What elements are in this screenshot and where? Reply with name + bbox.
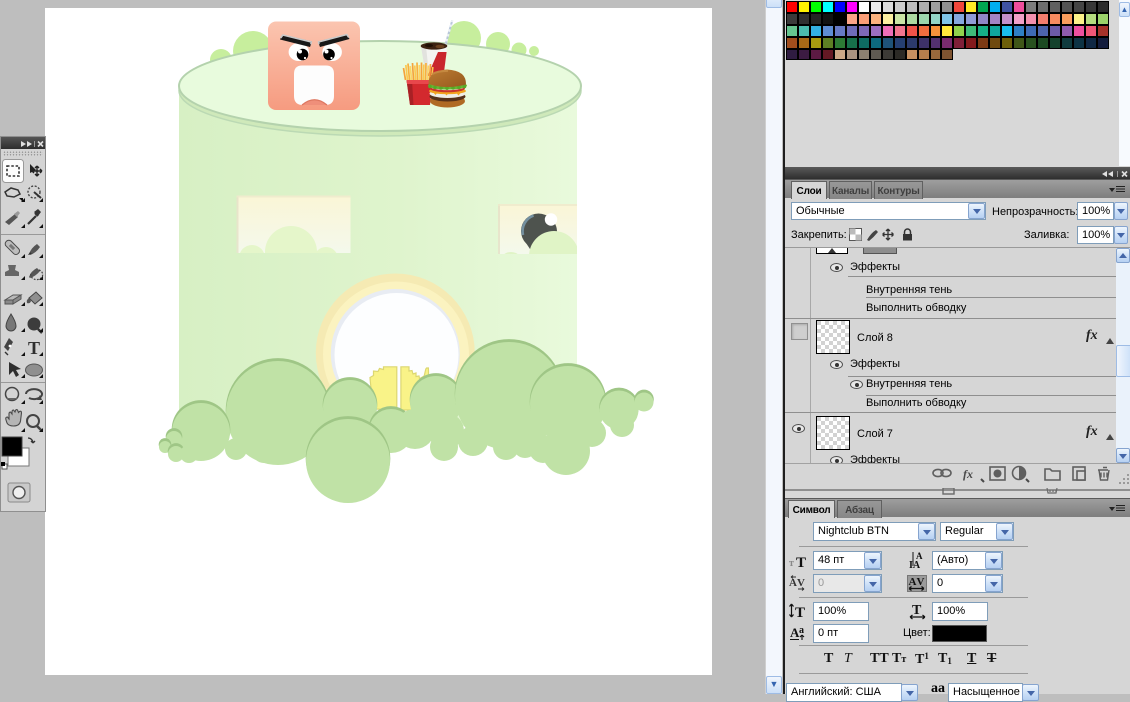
- svg-text:A: A: [909, 576, 917, 588]
- svg-text:a: a: [799, 625, 804, 636]
- svg-text:IA: IA: [909, 560, 921, 569]
- svg-text:A: A: [789, 577, 797, 589]
- svg-text:V: V: [797, 577, 805, 589]
- svg-text:T: T: [912, 603, 922, 618]
- svg-text:T: T: [795, 605, 805, 620]
- svg-text:T: T: [796, 555, 806, 569]
- svg-text:T: T: [28, 338, 40, 358]
- svg-text:fx: fx: [963, 467, 973, 481]
- svg-text:V: V: [917, 576, 925, 588]
- svg-text:т: т: [789, 558, 794, 569]
